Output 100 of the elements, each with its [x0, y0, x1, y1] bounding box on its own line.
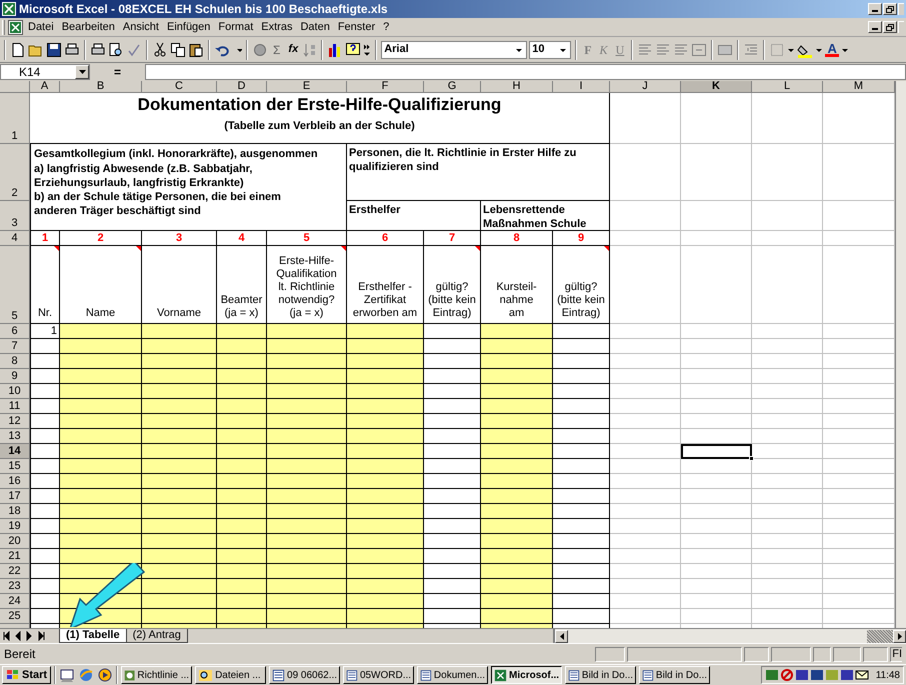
function-button[interactable]: fx [285, 41, 302, 58]
font-color-button[interactable]: A [825, 42, 840, 56]
menu-item[interactable]: Format [214, 18, 258, 36]
taskbar-button[interactable]: Richtlinie ... [121, 666, 192, 684]
row-header[interactable]: 15 [0, 459, 30, 474]
taskbar-button[interactable]: 09 06062... [269, 666, 340, 684]
align-right-icon[interactable] [673, 42, 690, 58]
column-header[interactable]: L [752, 81, 823, 93]
copy-icon[interactable] [170, 42, 186, 58]
taskbar-button[interactable]: 05WORD... [343, 666, 414, 684]
row-header[interactable]: 18 [0, 504, 30, 519]
indent-icon[interactable] [743, 42, 760, 58]
help-icon[interactable] [345, 42, 362, 58]
taskbar-button[interactable]: Dokumen... [417, 666, 488, 684]
row-header[interactable]: 2 [0, 144, 30, 201]
column-header[interactable]: B [60, 81, 142, 93]
column-header[interactable]: G [424, 81, 481, 93]
formula-field[interactable] [145, 64, 906, 80]
align-center-icon[interactable] [655, 42, 672, 58]
menu-item[interactable]: Ansicht [118, 18, 163, 36]
column-header[interactable]: F [347, 81, 424, 93]
row-header[interactable]: 7 [0, 339, 30, 354]
column-number: 8 [481, 231, 553, 246]
clock-text: 11:48 [876, 668, 900, 682]
scroll-thumb[interactable] [867, 630, 893, 642]
font-field[interactable]: Arial [381, 40, 528, 58]
row-header[interactable]: 13 [0, 429, 30, 444]
row-header[interactable]: 23 [0, 579, 30, 594]
menu-item[interactable]: Datei [24, 18, 58, 36]
restore-button[interactable] [883, 21, 897, 33]
printer-icon[interactable] [90, 42, 106, 58]
row-header[interactable]: 16 [0, 474, 30, 489]
desktop-icon[interactable] [59, 667, 76, 683]
media-player-icon[interactable] [97, 667, 114, 683]
spreadsheet-icon[interactable] [8, 20, 23, 34]
horizontal-scrollbar[interactable] [553, 629, 906, 643]
status-panel: FI [890, 646, 902, 662]
font-size-field[interactable]: 10 [529, 40, 572, 58]
taskbar-button[interactable]: Dateien ... [195, 666, 266, 684]
menu-item[interactable]: ? [379, 18, 394, 36]
minimize-button[interactable] [868, 3, 882, 15]
selected-cell[interactable] [681, 444, 752, 459]
column-header[interactable]: H [481, 81, 553, 93]
scroll-right-button[interactable] [893, 630, 906, 642]
column-header[interactable]: M [823, 81, 895, 93]
row-header[interactable]: 14 [0, 444, 30, 459]
row-header[interactable]: 8 [0, 354, 30, 369]
select-all-button[interactable] [0, 81, 30, 93]
menu-item[interactable]: Daten [296, 18, 334, 36]
align-left-icon[interactable] [637, 42, 654, 58]
sum-button[interactable]: Σ [270, 40, 284, 58]
status-panel [771, 646, 812, 662]
row-header[interactable]: 19 [0, 519, 30, 534]
column-header[interactable]: E [267, 81, 347, 93]
restore-button[interactable] [883, 3, 897, 15]
row-header[interactable]: 9 [0, 369, 30, 384]
row-header[interactable]: 5 [0, 246, 30, 324]
column-header[interactable]: C [142, 81, 217, 93]
chevron-icon[interactable] [363, 42, 372, 58]
table-cell [610, 609, 681, 624]
column-header[interactable]: D [217, 81, 267, 93]
row-header[interactable]: 21 [0, 549, 30, 564]
printer-icon[interactable] [64, 42, 80, 58]
row-header[interactable]: 1 [0, 93, 30, 144]
taskbar-button[interactable]: Bild in Do... [565, 666, 636, 684]
name-box[interactable]: K14 [0, 64, 90, 80]
column-header[interactable]: A [30, 81, 60, 93]
sheet-tab[interactable]: (1) Tabelle [59, 629, 127, 643]
vertical-scrollbar[interactable] [895, 81, 906, 628]
scissors-icon[interactable] [152, 42, 168, 58]
menu-item[interactable]: Fenster [334, 18, 380, 36]
merge-cells-icon[interactable] [691, 42, 708, 58]
start-button[interactable]: Start [2, 666, 52, 684]
column-header[interactable]: I [553, 81, 610, 93]
sheet-tab[interactable]: (2) Antrag [126, 629, 188, 643]
new-document-icon[interactable] [10, 42, 26, 58]
clipboard-icon[interactable] [188, 42, 204, 58]
row-header[interactable]: 12 [0, 414, 30, 429]
row-header[interactable]: 20 [0, 534, 30, 549]
row-header[interactable]: 11 [0, 399, 30, 414]
taskbar-button[interactable]: Microsof... [491, 666, 562, 684]
column-header[interactable]: K [681, 81, 752, 93]
minimize-button[interactable] [868, 21, 882, 33]
row-header[interactable]: 22 [0, 564, 30, 579]
column-header[interactable]: J [610, 81, 681, 93]
row-header[interactable]: 6 [0, 324, 30, 339]
row-header[interactable]: 3 [0, 201, 30, 231]
magnifier-icon[interactable] [108, 42, 124, 58]
row-header[interactable]: 24 [0, 594, 30, 609]
menu-item[interactable]: Extras [257, 18, 296, 36]
row-header[interactable]: 25 [0, 609, 30, 624]
scroll-left-button[interactable] [555, 630, 568, 642]
row-header[interactable]: 10 [0, 384, 30, 399]
row-header[interactable]: 4 [0, 231, 30, 246]
dropdown-button[interactable] [75, 65, 89, 79]
menu-item[interactable]: Einfügen [162, 18, 214, 36]
sort-icon[interactable] [303, 42, 318, 58]
taskbar-button[interactable]: Bild in Do... [639, 666, 710, 684]
row-header[interactable]: 17 [0, 489, 30, 504]
menu-item[interactable]: Bearbeiten [58, 18, 119, 36]
